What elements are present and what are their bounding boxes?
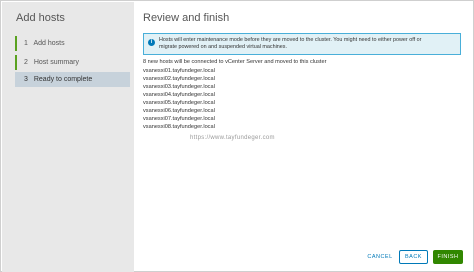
back-button[interactable]: BACK: [399, 250, 428, 264]
step-label: Ready to complete: [33, 76, 93, 83]
step-number: 1: [24, 40, 28, 47]
host-item: vsanesxi01.tayfundeger.local: [143, 68, 215, 74]
host-item: vsanesxi02.tayfundeger.local: [143, 76, 215, 82]
step-number: 2: [24, 59, 28, 66]
host-item: vsanesxi03.tayfundeger.local: [143, 84, 215, 90]
main-content: Review and finish i Hosts will enter mai…: [143, 2, 463, 272]
host-item: vsanesxi07.tayfundeger.local: [143, 116, 215, 122]
page-title: Review and finish: [143, 12, 230, 24]
add-hosts-dialog: Add hosts 1 Add hosts 2 Host summary 3 R…: [0, 0, 474, 272]
info-alert: i Hosts will enter maintenance mode befo…: [143, 33, 461, 55]
step-host-summary[interactable]: 2 Host summary: [15, 55, 130, 70]
host-item: vsanesxi05.tayfundeger.local: [143, 100, 215, 106]
info-text-line2: migrate powered on and suspended virtual…: [159, 44, 287, 51]
step-label: Host summary: [33, 59, 79, 66]
step-ready-to-complete[interactable]: 3 Ready to complete: [15, 72, 130, 87]
cancel-button[interactable]: CANCEL: [365, 250, 395, 264]
hosts-summary: 8 new hosts will be connected to vCenter…: [143, 59, 327, 65]
host-item: vsanesxi04.tayfundeger.local: [143, 92, 215, 98]
finish-button[interactable]: FINISH: [433, 250, 463, 264]
wizard-title: Add hosts: [16, 12, 65, 24]
step-label: Add hosts: [33, 40, 65, 47]
watermark-url: https://www.tayfundeger.com: [190, 135, 275, 141]
info-text-line1: Hosts will enter maintenance mode before…: [159, 37, 422, 43]
host-item: vsanesxi06.tayfundeger.local: [143, 108, 215, 114]
step-add-hosts[interactable]: 1 Add hosts: [15, 36, 130, 51]
info-icon: i: [148, 39, 155, 46]
wizard-steps-panel: Add hosts 1 Add hosts 2 Host summary 3 R…: [2, 2, 134, 272]
host-item: vsanesxi08.tayfundeger.local: [143, 124, 215, 130]
step-number: 3: [24, 76, 28, 83]
